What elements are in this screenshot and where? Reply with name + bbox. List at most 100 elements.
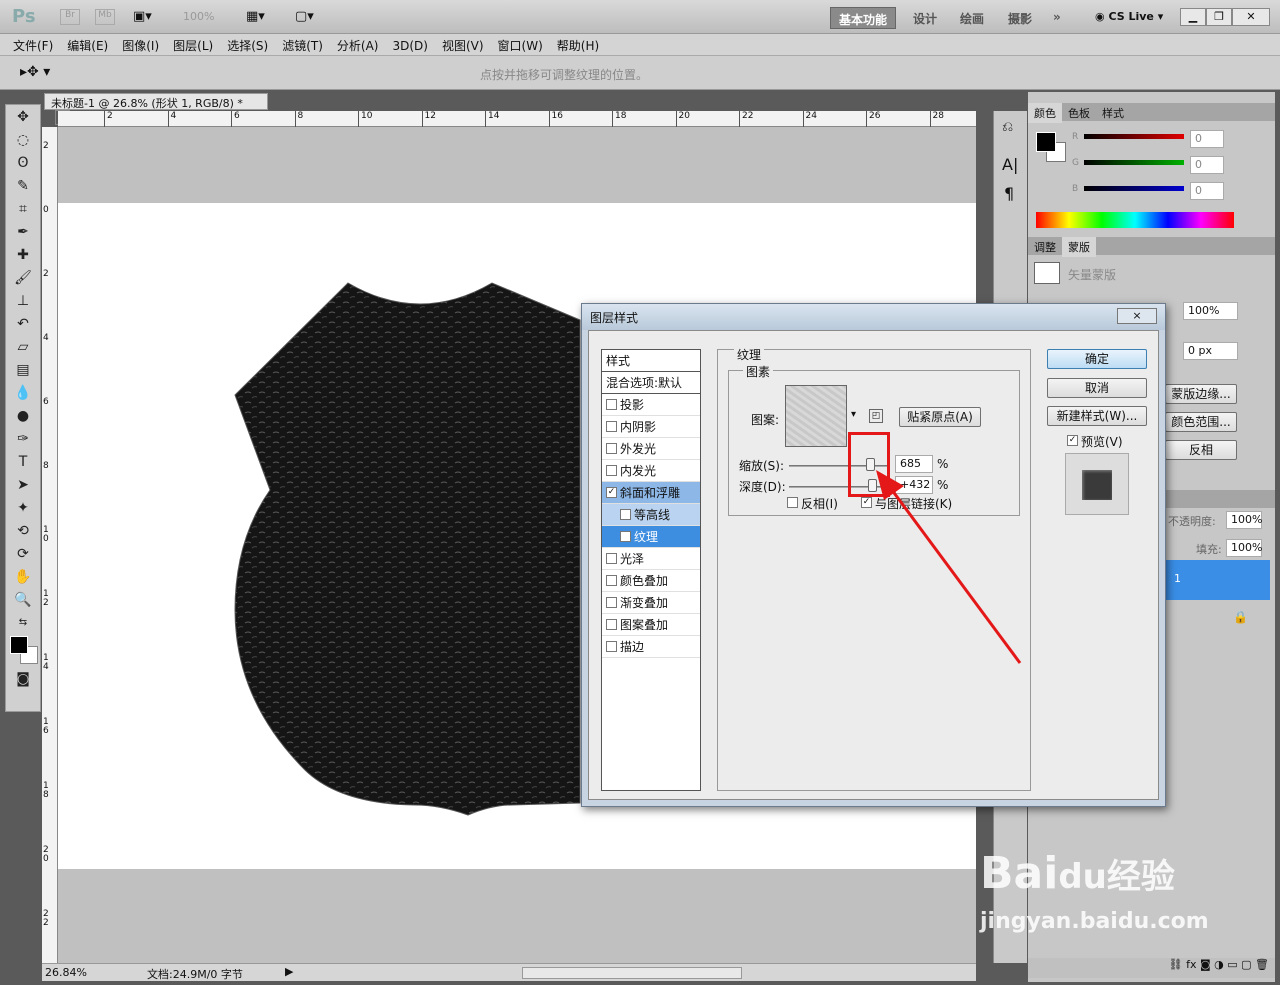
- foreground-color-swatch[interactable]: [10, 636, 28, 654]
- zoom-tool-icon[interactable]: 🔍: [9, 589, 37, 611]
- style-checkbox[interactable]: [606, 619, 617, 630]
- pattern-dropdown-icon[interactable]: ▾: [851, 409, 856, 420]
- tab-adjustments[interactable]: 调整: [1028, 237, 1062, 257]
- rgb-value-field[interactable]: 0: [1190, 156, 1224, 174]
- color-range-button[interactable]: 颜色范围...: [1165, 412, 1237, 432]
- more-workspaces-button[interactable]: »: [1045, 7, 1069, 29]
- density-field[interactable]: 100%: [1183, 302, 1238, 320]
- style-item[interactable]: 投影: [602, 394, 700, 416]
- lasso-tool-icon[interactable]: ʘ: [9, 152, 37, 174]
- menu-layer[interactable]: 图层(L): [166, 34, 220, 57]
- pattern-picker[interactable]: [785, 385, 847, 447]
- view-extras-icon[interactable]: ▣▾: [133, 9, 163, 25]
- clone-stamp-tool-icon[interactable]: ⊥: [9, 290, 37, 312]
- ok-button[interactable]: 确定: [1047, 349, 1147, 369]
- dialog-close-button[interactable]: ×: [1117, 308, 1157, 324]
- style-checkbox[interactable]: [606, 553, 617, 564]
- move-tool-preset-icon[interactable]: ▸✥ ▾: [20, 64, 50, 80]
- crop-tool-icon[interactable]: ⌗: [9, 198, 37, 220]
- style-checkbox[interactable]: ✓: [620, 531, 631, 542]
- rgb-slider[interactable]: [1084, 134, 1184, 139]
- style-item[interactable]: 内发光: [602, 460, 700, 482]
- arrange-documents-icon[interactable]: ▦▾: [246, 9, 265, 24]
- rgb-value-field[interactable]: 0: [1190, 130, 1224, 148]
- new-style-button[interactable]: 新建样式(W)...: [1047, 406, 1147, 426]
- feather-field[interactable]: 0 px: [1183, 342, 1238, 360]
- quick-mask-icon[interactable]: ◙: [9, 668, 37, 690]
- style-item[interactable]: ✓ 斜面和浮雕: [602, 482, 700, 504]
- pen-tool-icon[interactable]: ✑: [9, 428, 37, 450]
- workspace-painting[interactable]: 绘画: [952, 7, 992, 29]
- screen-mode-icon[interactable]: ▢▾: [295, 9, 314, 24]
- cslive-button[interactable]: ◉ CS Live ▾: [1095, 10, 1163, 23]
- style-checkbox[interactable]: [606, 399, 617, 410]
- textured-shield-shape[interactable]: [230, 280, 590, 820]
- gradient-tool-icon[interactable]: ▤: [9, 359, 37, 381]
- zoom-level-select[interactable]: 100%: [183, 10, 214, 23]
- style-item[interactable]: 等高线: [602, 504, 700, 526]
- rgb-slider[interactable]: [1084, 186, 1184, 191]
- horizontal-scrollbar[interactable]: [522, 967, 742, 979]
- status-menu-arrow-icon[interactable]: ▶: [285, 965, 293, 978]
- restore-button[interactable]: ❐: [1206, 8, 1232, 26]
- character-panel-icon[interactable]: A|: [1002, 155, 1019, 174]
- style-checkbox[interactable]: [606, 575, 617, 586]
- menu-view[interactable]: 视图(V): [435, 34, 491, 57]
- blending-options-item[interactable]: 混合选项:默认: [602, 372, 700, 394]
- shape-tool-icon[interactable]: ✦: [9, 497, 37, 519]
- new-preset-icon[interactable]: ◰: [869, 409, 883, 423]
- minimize-button[interactable]: ▁: [1180, 8, 1206, 26]
- style-checkbox[interactable]: [606, 421, 617, 432]
- healing-brush-tool-icon[interactable]: ✚: [9, 244, 37, 266]
- menu-file[interactable]: 文件(F): [6, 34, 60, 57]
- tab-styles[interactable]: 样式: [1096, 103, 1130, 123]
- tab-color[interactable]: 颜色: [1028, 103, 1062, 123]
- style-list-header[interactable]: 样式: [602, 350, 700, 372]
- menu-window[interactable]: 窗口(W): [491, 34, 550, 57]
- style-checkbox[interactable]: [606, 641, 617, 652]
- workspace-essentials[interactable]: 基本功能: [830, 7, 897, 29]
- opacity-field[interactable]: 100%: [1226, 511, 1262, 529]
- history-icon[interactable]: ⎌: [1002, 119, 1019, 135]
- menu-3d[interactable]: 3D(D): [385, 36, 434, 56]
- fg-color-chip[interactable]: [1036, 132, 1056, 152]
- type-tool-icon[interactable]: T: [9, 451, 37, 473]
- close-window-button[interactable]: ✕: [1232, 8, 1270, 26]
- layer-row-selected[interactable]: 1: [1164, 560, 1270, 600]
- paragraph-panel-icon[interactable]: ¶: [1004, 184, 1017, 203]
- snap-to-origin-button[interactable]: 贴紧原点(A): [899, 407, 981, 427]
- rgb-value-field[interactable]: 0: [1190, 182, 1224, 200]
- rgb-slider[interactable]: [1084, 160, 1184, 165]
- minibridge-button[interactable]: Mb: [95, 9, 115, 25]
- menu-filter[interactable]: 滤镜(T): [275, 34, 330, 57]
- style-item[interactable]: 渐变叠加: [602, 592, 700, 614]
- hand-tool-icon[interactable]: ✋: [9, 566, 37, 588]
- brush-tool-icon[interactable]: 🖌: [9, 267, 37, 289]
- status-zoom[interactable]: 26.84%: [45, 966, 87, 979]
- menu-help[interactable]: 帮助(H): [550, 34, 606, 57]
- preview-checkbox[interactable]: ✓: [1067, 435, 1078, 446]
- style-item[interactable]: 图案叠加: [602, 614, 700, 636]
- menu-edit[interactable]: 编辑(E): [60, 34, 115, 57]
- workspace-photography[interactable]: 摄影: [1000, 7, 1040, 29]
- style-item[interactable]: 颜色叠加: [602, 570, 700, 592]
- style-item[interactable]: ✓ 纹理: [602, 526, 700, 548]
- style-checkbox[interactable]: [606, 443, 617, 454]
- menu-image[interactable]: 图像(I): [115, 34, 166, 57]
- 3d-rotate-tool-icon[interactable]: ⟲: [9, 520, 37, 542]
- menu-select[interactable]: 选择(S): [220, 34, 275, 57]
- eyedropper-tool-icon[interactable]: ✒: [9, 221, 37, 243]
- 3d-orbit-tool-icon[interactable]: ⟳: [9, 543, 37, 565]
- bridge-button[interactable]: Br: [60, 9, 80, 25]
- style-item[interactable]: 描边: [602, 636, 700, 658]
- tab-masks[interactable]: 蒙版: [1062, 237, 1096, 257]
- menu-analysis[interactable]: 分析(A): [330, 34, 386, 57]
- workspace-design[interactable]: 设计: [905, 7, 945, 29]
- marquee-tool-icon[interactable]: ◌: [9, 129, 37, 151]
- dodge-tool-icon[interactable]: ●: [9, 405, 37, 427]
- invert-mask-button[interactable]: 反相: [1165, 440, 1237, 460]
- move-tool-icon[interactable]: ✥: [9, 106, 37, 128]
- invert-checkbox[interactable]: [787, 497, 798, 508]
- fill-field[interactable]: 100%: [1226, 539, 1262, 557]
- blur-tool-icon[interactable]: 💧: [9, 382, 37, 404]
